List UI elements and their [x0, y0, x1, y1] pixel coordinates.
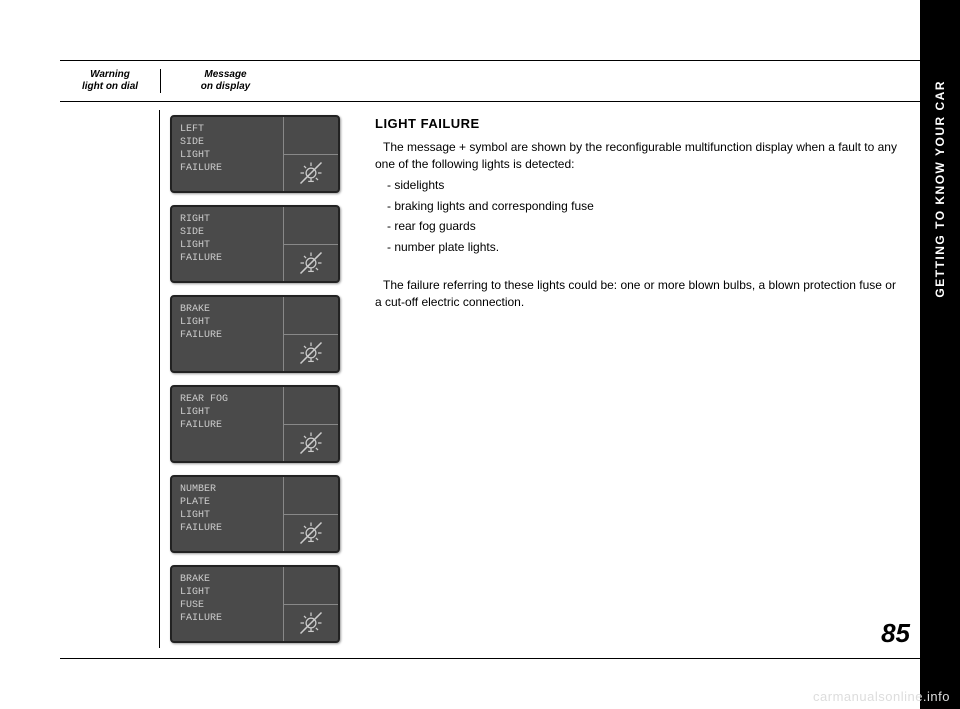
bullet-item: - number plate lights.: [375, 239, 900, 256]
display-brake-light-fuse-failure: BRAKE LIGHT FUSE FAILURE: [170, 565, 340, 643]
display-column: LEFT SIDE LIGHT FAILURE: [160, 110, 360, 648]
display-number-plate-light-failure: NUMBER PLATE LIGHT FAILURE: [170, 475, 340, 553]
section-title: LIGHT FAILURE: [375, 115, 900, 133]
display-text: RIGHT SIDE LIGHT FAILURE: [172, 207, 283, 281]
table-header: Warning light on dial Message on display: [60, 60, 920, 102]
display-text: LEFT SIDE LIGHT FAILURE: [172, 117, 283, 191]
display-text: BRAKE LIGHT FUSE FAILURE: [172, 567, 283, 641]
content-row: LEFT SIDE LIGHT FAILURE: [60, 110, 920, 659]
watermark: carmanualsonline.info: [813, 689, 950, 704]
header-warning-light: Warning light on dial: [60, 69, 160, 93]
display-right-side-light-failure: RIGHT SIDE LIGHT FAILURE: [170, 205, 340, 283]
bulb-icon: [297, 159, 325, 187]
outro-text: The failure referring to these lights co…: [375, 277, 900, 311]
bullet-item: - braking lights and corresponding fuse: [375, 198, 900, 215]
bulb-icon: [297, 249, 325, 277]
bullet-item: - rear fog guards: [375, 218, 900, 235]
page-number: 85: [881, 618, 910, 649]
header-message-display: Message on display: [160, 69, 280, 93]
display-text: NUMBER PLATE LIGHT FAILURE: [172, 477, 283, 551]
bulb-icon: [297, 609, 325, 637]
section-tab: GETTING TO KNOW YOUR CAR: [920, 0, 960, 709]
display-text: REAR FOG LIGHT FAILURE: [172, 387, 283, 461]
bullet-item: - sidelights: [375, 177, 900, 194]
display-rear-fog-light-failure: REAR FOG LIGHT FAILURE: [170, 385, 340, 463]
bulb-icon: [297, 339, 325, 367]
section-tab-label: GETTING TO KNOW YOUR CAR: [933, 80, 947, 298]
display-text: BRAKE LIGHT FAILURE: [172, 297, 283, 371]
display-brake-light-failure: BRAKE LIGHT FAILURE: [170, 295, 340, 373]
intro-text: The message + symbol are shown by the re…: [375, 139, 900, 173]
description-column: LIGHT FAILURE The message + symbol are s…: [360, 110, 920, 648]
manual-page: GETTING TO KNOW YOUR CAR 85 Warning ligh…: [0, 0, 960, 709]
display-left-side-light-failure: LEFT SIDE LIGHT FAILURE: [170, 115, 340, 193]
bulb-icon: [297, 519, 325, 547]
bulb-icon: [297, 429, 325, 457]
warning-light-column: [60, 110, 160, 648]
